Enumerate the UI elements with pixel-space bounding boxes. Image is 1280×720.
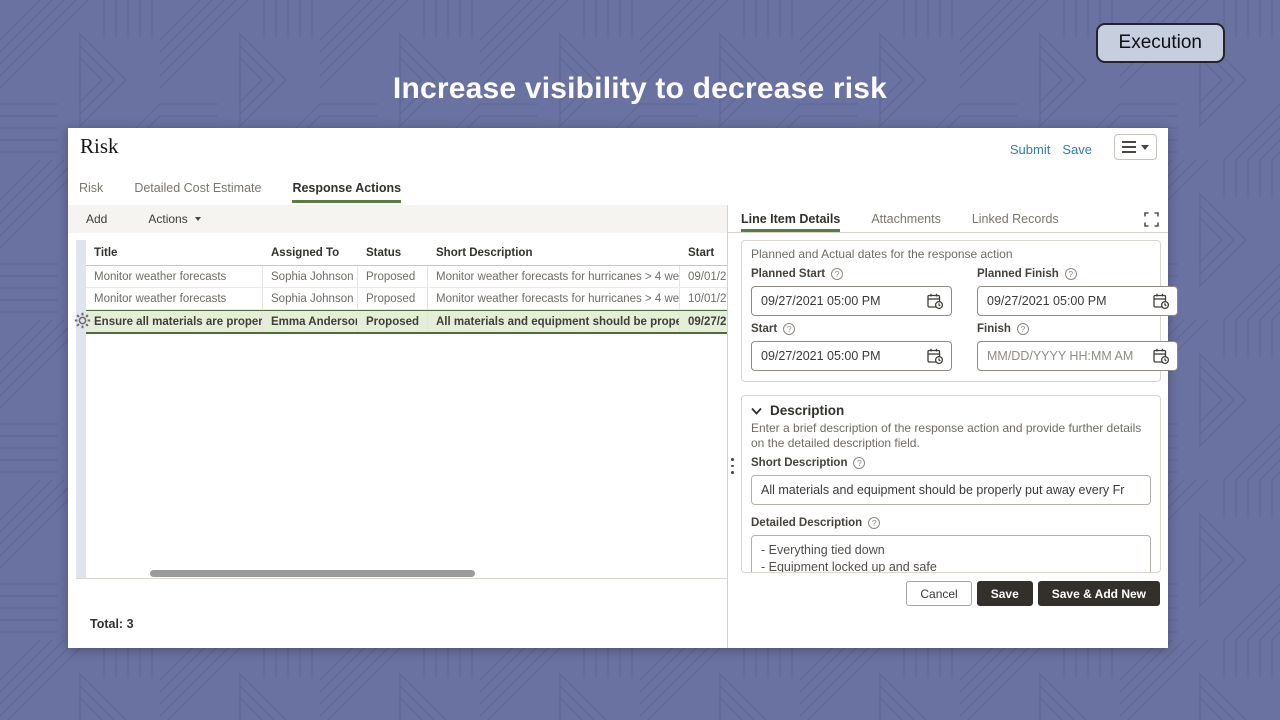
panel-tabs: Line Item Details Attachments Linked Rec… — [728, 205, 1168, 233]
window-header: Risk Submit Save — [68, 128, 1168, 175]
expand-icon[interactable] — [1144, 212, 1159, 227]
save-link[interactable]: Save — [1062, 142, 1092, 157]
column-header-start[interactable]: Start — [680, 240, 727, 265]
start-input[interactable] — [761, 349, 922, 363]
cell-title: Monitor weather forecasts — [86, 288, 263, 309]
response-actions-table: Title Assigned To Status Short Descripti… — [86, 240, 727, 334]
app-window: Risk Submit Save Risk Detailed Cost Esti… — [68, 128, 1178, 648]
hamburger-icon — [1122, 141, 1136, 153]
column-header-status[interactable]: Status — [358, 240, 428, 265]
description-section-title: Description — [770, 403, 845, 418]
planned-finish-label: Planned Finish — [977, 268, 1059, 280]
panel-footer: Cancel Save Save & Add New — [906, 581, 1160, 606]
description-section: Description Enter a brief description of… — [741, 395, 1161, 573]
page-title: Risk — [80, 134, 119, 158]
calendar-clock-icon[interactable] — [1152, 292, 1170, 310]
description-help-text: Enter a brief description of the respons… — [751, 421, 1142, 450]
calendar-clock-icon[interactable] — [1152, 347, 1170, 365]
header-actions: Submit Save — [1010, 142, 1092, 157]
horizontal-scrollbar[interactable] — [150, 570, 475, 577]
help-icon[interactable]: ? — [1016, 323, 1029, 335]
content-area: Add Actions Title Assigned To Status Sho… — [68, 205, 1178, 648]
table-row[interactable]: Monitor weather forecasts Sophia Johnson… — [86, 266, 727, 288]
cell-title: Ensure all materials are proper... — [86, 311, 263, 332]
tab-detailed-cost-estimate[interactable]: Detailed Cost Estimate — [134, 175, 261, 200]
help-icon[interactable]: ? — [1064, 268, 1077, 280]
help-icon[interactable]: ? — [783, 323, 796, 335]
cell-status: Proposed — [358, 311, 428, 332]
planned-finish-input[interactable] — [987, 294, 1148, 308]
panel-splitter-handle[interactable] — [731, 458, 734, 474]
main-tabs: Risk Detailed Cost Estimate Response Act… — [68, 175, 1168, 203]
detailed-description-line: - Equipment locked up and safe — [761, 560, 937, 573]
detailed-description-textarea[interactable]: - Everything tied down - Equipment locke… — [751, 535, 1151, 573]
start-label: Start — [751, 323, 778, 335]
cell-assigned-to: Sophia Johnson — [263, 266, 358, 287]
column-header-assigned-to[interactable]: Assigned To — [263, 240, 358, 265]
cell-title: Monitor weather forecasts — [86, 266, 263, 287]
line-item-details-panel: Line Item Details Attachments Linked Rec… — [728, 205, 1178, 648]
execution-badge: Execution — [1095, 23, 1225, 63]
submit-link[interactable]: Submit — [1010, 142, 1050, 157]
tab-response-actions[interactable]: Response Actions — [292, 175, 401, 203]
column-header-title[interactable]: Title — [86, 240, 263, 265]
chevron-down-icon[interactable] — [751, 407, 762, 415]
planned-start-label: Planned Start — [751, 268, 826, 280]
row-selection-gutter — [76, 240, 86, 578]
slide-title: Increase visibility to decrease risk — [392, 72, 888, 105]
short-description-label: Short Description — [751, 457, 848, 469]
short-description-input[interactable] — [751, 475, 1151, 505]
overflow-menu-button[interactable] — [1114, 134, 1157, 160]
cell-assigned-to: Emma Anderson — [263, 311, 358, 332]
planned-start-input[interactable] — [761, 294, 922, 308]
calendar-clock-icon[interactable] — [926, 347, 944, 365]
tab-linked-records[interactable]: Linked Records — [972, 205, 1059, 232]
chevron-down-icon — [1141, 144, 1149, 150]
detailed-description-label: Detailed Description — [751, 517, 863, 529]
finish-label: Finish — [977, 323, 1011, 335]
table-row-selected[interactable]: Ensure all materials are proper... Emma … — [86, 310, 727, 334]
help-icon[interactable]: ? — [853, 457, 866, 469]
calendar-clock-icon[interactable] — [926, 292, 944, 310]
dates-hint: Planned and Actual dates for the respons… — [751, 247, 1013, 261]
cell-short-description: Monitor weather forecasts for hurricanes… — [428, 266, 680, 287]
actions-menu-button[interactable]: Actions — [148, 212, 201, 226]
add-button[interactable]: Add — [86, 212, 107, 226]
cell-short-description: Monitor weather forecasts for hurricanes… — [428, 288, 680, 309]
cell-status: Proposed — [358, 288, 428, 309]
cell-start: 10/01/2 — [688, 292, 727, 305]
help-icon[interactable]: ? — [831, 268, 844, 280]
help-icon[interactable]: ? — [868, 517, 881, 529]
save-and-add-new-button[interactable]: Save & Add New — [1037, 581, 1160, 606]
cancel-button[interactable]: Cancel — [906, 581, 972, 606]
dates-section: Planned and Actual dates for the respons… — [741, 240, 1178, 382]
cell-assigned-to: Sophia Johnson — [263, 288, 358, 309]
tab-risk[interactable]: Risk — [79, 175, 103, 200]
cell-short-description: All materials and equipment should be pr… — [428, 311, 680, 332]
save-button[interactable]: Save — [976, 581, 1033, 606]
column-header-short-description[interactable]: Short Description — [428, 240, 680, 265]
chevron-down-icon — [194, 217, 201, 221]
finish-field-block: Finish ? — [977, 316, 1178, 371]
cell-status: Proposed — [358, 266, 428, 287]
cell-start: 09/01/2 — [688, 270, 727, 283]
planned-finish-field-block: Planned Finish ? — [977, 261, 1178, 316]
tab-line-item-details[interactable]: Line Item Details — [741, 205, 841, 232]
total-count: Total: 3 — [90, 617, 134, 631]
finish-input[interactable] — [987, 349, 1148, 363]
detailed-description-line: - Everything tied down — [761, 543, 885, 557]
start-field-block: Start ? — [751, 316, 952, 371]
gear-icon[interactable] — [74, 312, 91, 329]
table-bottom-border — [76, 578, 727, 579]
response-actions-region: Add Actions Title Assigned To Status Sho… — [68, 205, 728, 648]
table-header-row: Title Assigned To Status Short Descripti… — [86, 240, 727, 266]
tab-attachments[interactable]: Attachments — [871, 205, 940, 232]
cell-start: 09/27/2 — [688, 315, 727, 328]
table-toolbar: Add Actions — [68, 205, 727, 233]
table-row[interactable]: Monitor weather forecasts Sophia Johnson… — [86, 288, 727, 310]
planned-start-field-block: Planned Start ? — [751, 261, 952, 316]
